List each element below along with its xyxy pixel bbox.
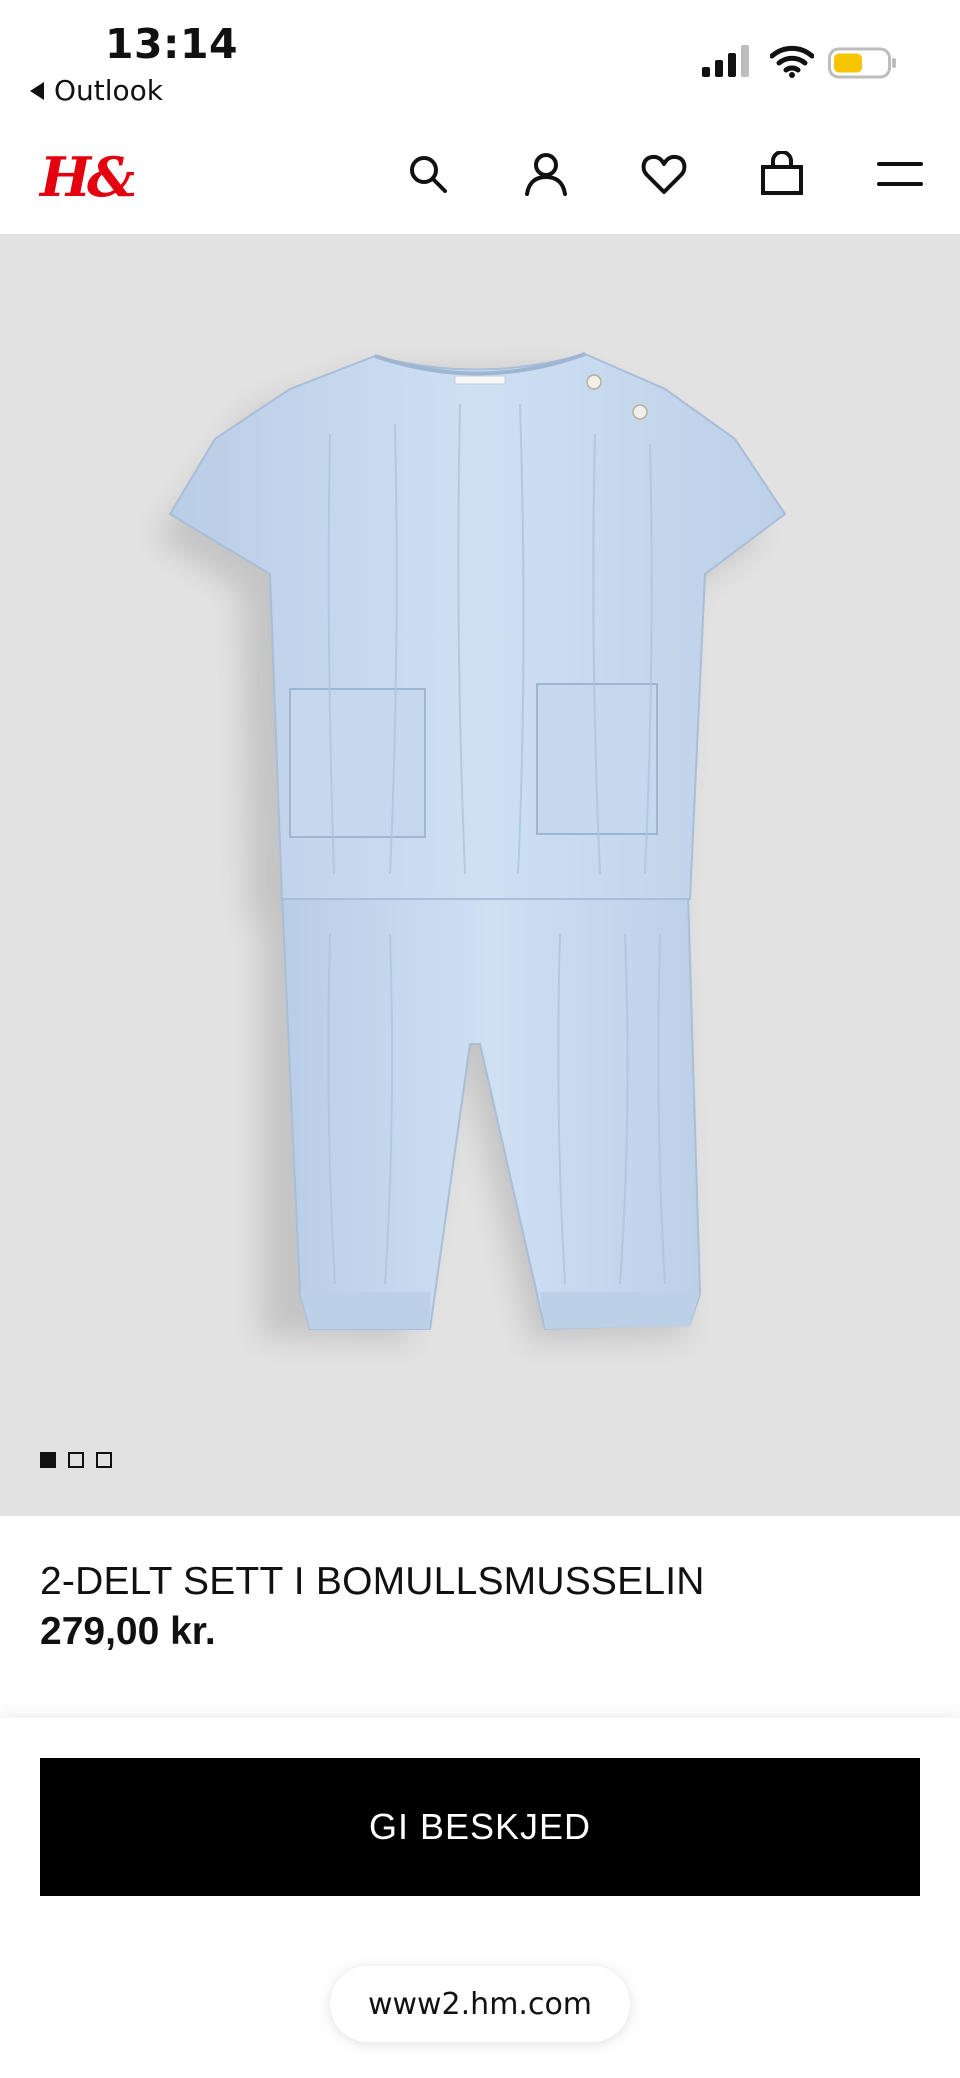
notify-me-button[interactable]: GI BESKJED <box>40 1758 920 1896</box>
image-pager <box>40 1452 112 1468</box>
back-arrow-icon <box>30 81 44 100</box>
pager-dot[interactable] <box>40 1452 56 1468</box>
cellular-signal-icon <box>702 45 749 77</box>
site-header: H&M <box>0 120 960 234</box>
shopping-bag-icon[interactable] <box>756 148 808 200</box>
battery-icon <box>828 47 896 79</box>
pager-dot[interactable] <box>96 1452 112 1468</box>
status-time: 13:14 <box>105 20 239 68</box>
account-icon[interactable] <box>520 148 572 200</box>
back-to-app-link[interactable]: Outlook <box>30 74 163 107</box>
hm-logo[interactable]: H&M <box>38 140 134 210</box>
product-photo-muslin-set <box>156 352 787 1342</box>
back-app-label: Outlook <box>54 74 164 107</box>
wifi-icon <box>770 45 814 78</box>
product-info: 2-DELT SETT I BOMULLSMUSSELIN 279,00 kr. <box>0 1516 960 1720</box>
product-price: 279,00 kr. <box>40 1610 216 1653</box>
svg-text:H&M: H&M <box>38 145 134 209</box>
pager-dot[interactable] <box>68 1452 84 1468</box>
search-icon[interactable] <box>402 148 454 200</box>
menu-icon[interactable] <box>874 148 926 200</box>
browser-url-bar[interactable]: www2.hm.com <box>330 1966 630 2042</box>
product-title: 2-DELT SETT I BOMULLSMUSSELIN <box>40 1560 705 1603</box>
sticky-action-bar: GI BESKJED www2.hm.com <box>0 1718 960 2078</box>
product-image-gallery[interactable] <box>0 234 960 1516</box>
status-bar: 13:14 Outlook <box>0 0 960 120</box>
favorites-icon[interactable] <box>638 148 690 200</box>
